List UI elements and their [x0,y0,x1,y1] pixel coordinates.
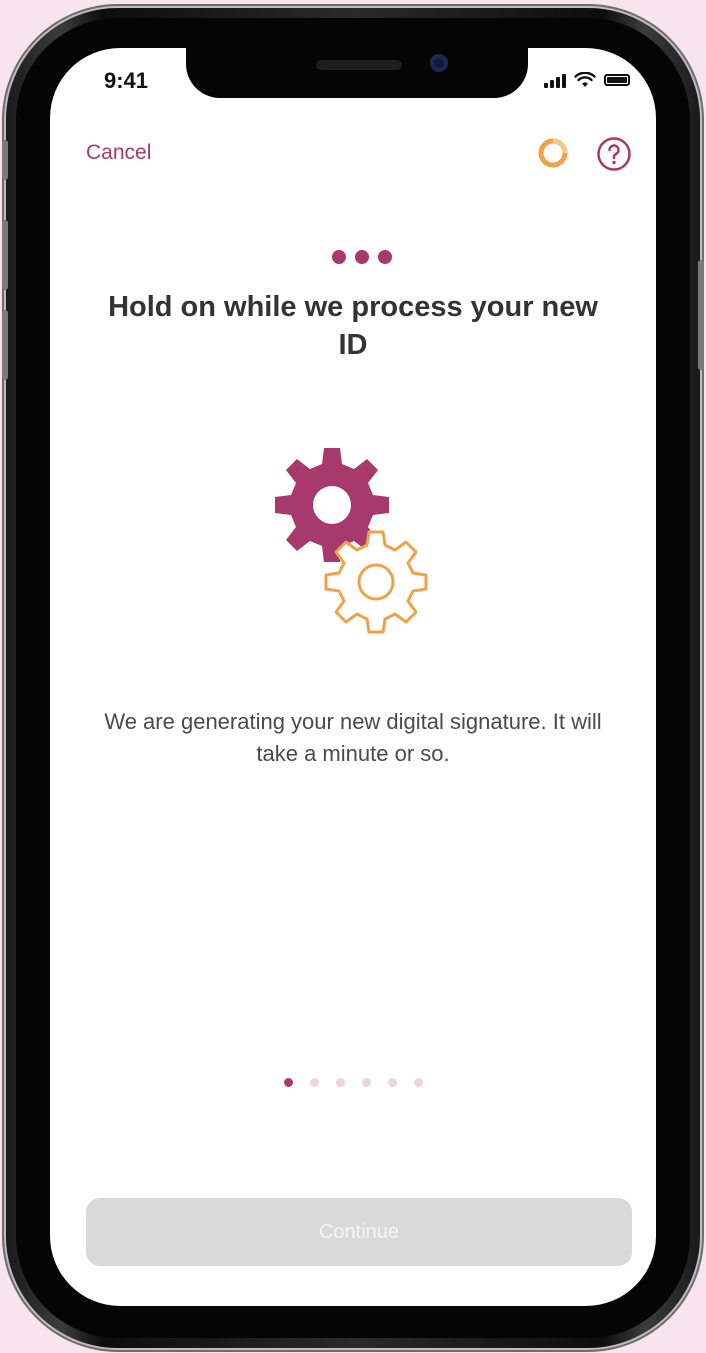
wifi-icon [574,72,596,87]
continue-button[interactable]: Continue [86,1198,632,1266]
phone-screen: 9:41 Cancel Hold on while we process you… [50,48,656,1306]
page-dot-1 [284,1078,293,1087]
battery-icon [604,74,630,86]
gears-icon [275,448,428,634]
notch [186,48,528,98]
page-dot-4 [362,1078,371,1087]
loading-ring-icon [538,138,568,168]
speaker-grille [316,60,402,70]
page-title: Hold on while we process your new ID [108,291,598,361]
help-icon[interactable] [596,136,632,172]
page-dot-6 [414,1078,423,1087]
mute-switch [2,140,8,180]
page-dot-2 [310,1078,319,1087]
front-camera [430,54,448,72]
power-button [698,260,704,370]
status-time: 9:41 [104,68,149,93]
cancel-button[interactable]: Cancel [86,141,151,165]
page-dot-3 [336,1078,345,1087]
status-icons [544,72,630,88]
volume-down-button [2,310,8,380]
signal-icon [544,72,566,88]
small-gear-icon [324,530,428,634]
status-message: We are generating your new digital signa… [104,709,602,766]
page-dot-5 [388,1078,397,1087]
ellipsis-icon [332,250,392,264]
volume-up-button [2,220,8,290]
page-indicator [284,1078,423,1087]
